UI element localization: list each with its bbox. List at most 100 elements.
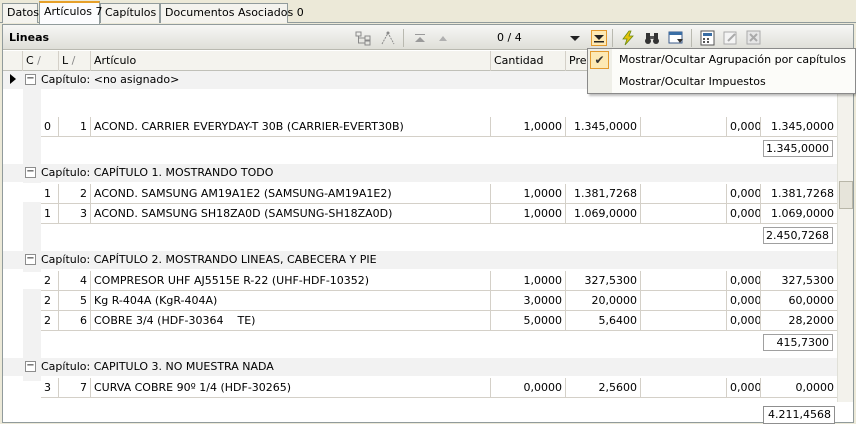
cell-l: 7 (59, 378, 91, 398)
cell-extra (641, 117, 727, 137)
cell-importe: 1.345,0000 (771, 120, 834, 133)
tab-documentos-asociados[interactable]: Documentos Asociados 0 (160, 3, 304, 23)
column-header-cantidad[interactable]: Cantidad (491, 51, 566, 71)
cell-extra (641, 184, 727, 204)
group-label: Capítulo: <no asignado> (41, 73, 180, 86)
cell-c: 0 (41, 117, 59, 137)
tab-datos[interactable]: Datos (2, 3, 39, 23)
tab-articulos[interactable]: Artículos 7 (39, 1, 102, 24)
cell-articulo: Kg R-404A (KgR-404A) (91, 291, 491, 311)
vertical-scroll-thumb[interactable] (839, 181, 853, 209)
table-row[interactable]: 1 2 ACOND. SAMSUNG AM19A1E2 (SAMSUNG-AM1… (41, 184, 837, 204)
table-row[interactable]: 2 6 COBRE 3/4 (HDF-30364 TE) 5,0000 5,64… (41, 311, 837, 331)
column-header-c-label: C (26, 54, 34, 67)
cell-l: 4 (59, 271, 91, 291)
cell-articulo: ACOND. SAMSUNG SH18ZA0D (SAMSUNG-SH18ZA0… (91, 204, 491, 224)
cell-l: 2 (59, 184, 91, 204)
collapse-icon[interactable]: − (25, 167, 36, 178)
export-icon[interactable] (746, 30, 762, 46)
column-header-articulo-label: Artículo (94, 54, 137, 67)
options-dropdown-menu: ✔ Mostrar/Ocultar Agrupación por capítul… (587, 48, 856, 94)
cell-cantidad: 1,0000 (491, 117, 566, 137)
group-row-capitulo-3[interactable]: − Capítulo: CAPITULO 3. NO MUESTRA NADA (3, 358, 837, 376)
group-label: Capítulo: CAPITULO 3. NO MUESTRA NADA (41, 360, 274, 373)
group-row-capitulo-2[interactable]: − Capítulo: CAPÍTULO 2. MOSTRANDO LINEAS… (3, 251, 837, 269)
cell-importe: 60,0000 (788, 294, 835, 307)
column-header-l-label: L (62, 54, 69, 67)
menu-item-toggle-grouping[interactable]: ✔ Mostrar/Ocultar Agrupación por capítul… (588, 49, 855, 71)
cell-cantidad: 5,0000 (491, 311, 566, 331)
row-gutter (3, 71, 41, 402)
cell-l: 6 (59, 311, 91, 331)
column-header-cantidad-label: Cantidad (494, 54, 544, 67)
cell-articulo: ACOND. CARRIER EVERYDAY-T 30B (CARRIER-E… (91, 117, 491, 137)
binoculars-icon[interactable] (644, 30, 660, 46)
dropdown-arrow-icon[interactable] (567, 30, 583, 46)
collapse-icon[interactable]: − (25, 254, 36, 265)
column-header-articulo[interactable]: Artículo (91, 51, 491, 71)
cell-precio: 2,5600 (566, 378, 641, 398)
column-header-l[interactable]: L (59, 51, 91, 71)
vertical-scrollbar[interactable] (837, 51, 853, 402)
table-row[interactable]: 2 5 Kg R-404A (KgR-404A) 3,0000 20,0000 … (41, 291, 837, 311)
cell-cantidad: 1,0000 (491, 271, 566, 291)
menu-item-label: Mostrar/Ocultar Agrupación por capítulos (619, 53, 846, 66)
subtotal-value: 415,7300 (763, 334, 833, 351)
cell-articulo: CURVA COBRE 90º 1/4 (HDF-30265) (91, 378, 491, 398)
column-header-c[interactable]: C (23, 51, 59, 71)
record-counter: 0 / 4 (497, 31, 522, 44)
menu-item-toggle-taxes[interactable]: Mostrar/Ocultar Impuestos (588, 71, 855, 93)
cell-cantidad: 1,0000 (491, 204, 566, 224)
cell-importe: 1.381,7268 (771, 187, 834, 200)
cell-dto: 0,0000 (727, 291, 761, 311)
cell-c: 3 (41, 378, 59, 398)
table-row[interactable]: 3 7 CURVA COBRE 90º 1/4 (HDF-30265) 0,00… (41, 378, 837, 398)
cell-extra (641, 291, 727, 311)
calculator-icon[interactable] (700, 30, 716, 46)
subtotal-row: 415,7300 (41, 331, 837, 353)
checkmark-icon: ✔ (590, 51, 609, 69)
cell-l: 3 (59, 204, 91, 224)
cell-l: 5 (59, 291, 91, 311)
table-row[interactable]: 1 3 ACOND. SAMSUNG SH18ZA0D (SAMSUNG-SH1… (41, 204, 837, 224)
cell-importe: 327,5300 (781, 274, 835, 287)
cell-dto: 0,0000 (727, 271, 761, 291)
cell-articulo: COMPRESOR UHF AJ5515E R-22 (UHF-HDF-1035… (91, 271, 491, 291)
cell-l: 1 (59, 117, 91, 137)
cell-extra (641, 311, 727, 331)
collapse-icon[interactable]: − (25, 74, 36, 85)
cell-c: 1 (41, 204, 59, 224)
group-label: Capítulo: CAPÍTULO 1. MOSTRANDO TODO (41, 166, 274, 179)
group-row-capitulo-1[interactable]: − Capítulo: CAPÍTULO 1. MOSTRANDO TODO (3, 164, 837, 182)
cell-cantidad: 1,0000 (491, 184, 566, 204)
edit-icon[interactable] (723, 30, 739, 46)
tab-capitulos[interactable]: Capítulos 4 (100, 3, 167, 23)
cell-cantidad: 0,0000 (491, 378, 566, 398)
cell-precio: 1.345,0000 (566, 117, 641, 137)
toolbar-separator (691, 29, 692, 47)
subtotal-value: 1.345,0000 (763, 140, 833, 157)
previous-record-icon[interactable] (435, 30, 451, 46)
subtotal-row: 2.450,7268 (41, 224, 837, 246)
cell-dto: 0,0000 (727, 311, 761, 331)
collapse-icon[interactable]: − (25, 361, 36, 372)
cell-extra (641, 204, 727, 224)
filter-icon[interactable] (380, 30, 396, 46)
tab-bar: Datos Artículos 7 Capítulos 4 Documentos… (0, 0, 856, 24)
options-menu-icon[interactable] (591, 30, 607, 46)
cell-articulo: ACOND. SAMSUNG AM19A1E2 (SAMSUNG-AM19A1E… (91, 184, 491, 204)
cell-precio: 327,5300 (566, 271, 641, 291)
table-row[interactable]: 0 1 ACOND. CARRIER EVERYDAY-T 30B (CARRI… (41, 117, 837, 137)
cell-dto: 0,0000 (727, 204, 761, 224)
lightning-icon[interactable] (620, 30, 636, 46)
cell-c: 2 (41, 291, 59, 311)
cell-extra (641, 271, 727, 291)
first-record-icon[interactable] (412, 30, 428, 46)
cell-c: 2 (41, 271, 59, 291)
cell-articulo: COBRE 3/4 (HDF-30364 TE) (91, 311, 491, 331)
current-row-indicator-icon (10, 74, 16, 84)
panel-title: Lineas (9, 31, 50, 44)
table-row[interactable]: 2 4 COMPRESOR UHF AJ5515E R-22 (UHF-HDF-… (41, 271, 837, 291)
column-chooser-icon[interactable] (668, 30, 684, 46)
group-tree-icon[interactable] (355, 30, 371, 46)
